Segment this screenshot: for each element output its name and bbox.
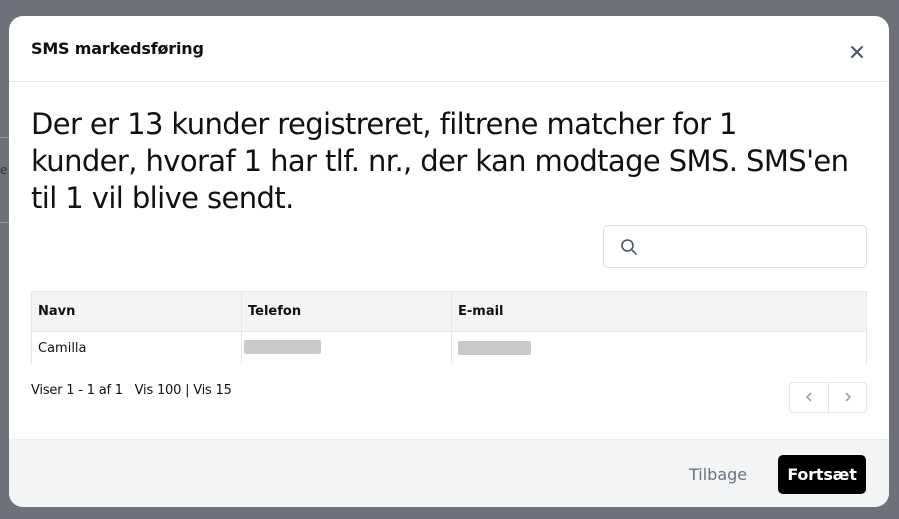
pagination-controls (789, 382, 867, 413)
search-icon (620, 238, 638, 256)
back-button[interactable]: Tilbage (689, 460, 747, 490)
continue-button[interactable]: Fortsæt (778, 455, 866, 494)
redacted-email (458, 341, 531, 355)
cell-phone (242, 332, 452, 364)
search-input[interactable] (646, 232, 856, 262)
dialog-header: SMS markedsføring (9, 16, 889, 82)
dialog-title: SMS markedsføring (31, 39, 204, 58)
sms-marketing-dialog: SMS markedsføring Der er 13 kunder regis… (9, 16, 889, 507)
chevron-left-icon (803, 388, 815, 407)
cell-email (452, 332, 866, 364)
table-row[interactable]: Camilla (32, 332, 866, 364)
dialog-footer: Tilbage Fortsæt (9, 439, 889, 507)
chevron-right-icon (842, 388, 854, 407)
close-button[interactable] (847, 42, 867, 62)
previous-page-button[interactable] (790, 383, 828, 412)
recipient-summary: Der er 13 kunder registreret, filtrene m… (31, 107, 849, 215)
table-header: Navn Telefon E-mail (32, 292, 866, 332)
redacted-phone (244, 340, 321, 354)
column-header-phone[interactable]: Telefon (242, 292, 452, 331)
customer-table: Navn Telefon E-mail Camilla (31, 291, 867, 364)
pagination-info: Viser 1 - 1 af 1 Vis 100 | Vis 15 (31, 383, 232, 398)
column-header-email[interactable]: E-mail (452, 292, 866, 331)
column-header-name[interactable]: Navn (32, 292, 242, 331)
cell-name: Camilla (32, 332, 242, 364)
next-page-button[interactable] (828, 383, 866, 412)
search-field[interactable] (603, 225, 867, 268)
close-icon (847, 42, 867, 62)
